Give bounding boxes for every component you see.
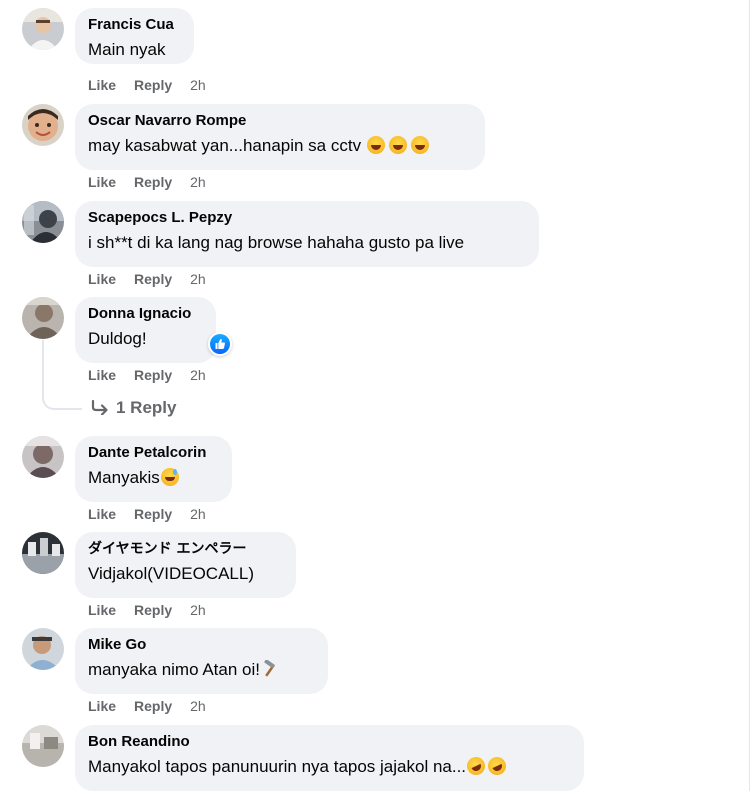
reply-button[interactable]: Reply [134,270,172,288]
comments-panel: Francis Cua Main nyak Like Reply 2h Oscar … [0,0,750,791]
avatar[interactable] [22,104,64,146]
comment-author[interactable]: Donna Ignacio [88,304,202,324]
replies-count-label[interactable]: 1 Reply [116,398,176,417]
comment-bubble: ダイヤモンド エンペラー Vidjakol(VIDEOCALL) [75,532,296,598]
comment-timestamp[interactable]: 2h [190,270,206,288]
comment-bubble: Scapepocs L. Pepzy i sh**t di ka lang na… [75,201,539,267]
comment-author[interactable]: Francis Cua [88,15,180,35]
comment-author[interactable]: Oscar Navarro Rompe [88,111,471,131]
comment-bubble: Francis Cua Main nyak [75,8,194,64]
avatar[interactable] [22,725,64,767]
comment: Dante Petalcorin Manyakis Like Reply 2h [0,436,740,526]
reply-button[interactable]: Reply [134,173,172,191]
comment-bubble: Mike Go manyaka nimo Atan oi! [75,628,328,694]
comment-timestamp[interactable]: 2h [190,366,206,384]
comment-bubble: Dante Petalcorin Manyakis [75,436,232,502]
comment-actions: Like Reply 2h [88,601,206,619]
comment-text: may kasabwat yan...hanapin sa cctv [88,134,471,158]
comment: Francis Cua Main nyak Like Reply 2h [0,8,740,98]
avatar[interactable] [22,436,64,478]
comment-text: Vidjakol(VIDEOCALL) [88,564,254,583]
comment-timestamp[interactable]: 2h [190,76,206,94]
comment: Oscar Navarro Rompe may kasabwat yan...h… [0,104,740,194]
comment-author[interactable]: Bon Reandino [88,732,570,752]
like-button[interactable]: Like [88,76,116,94]
comment-actions: Like Reply 2h [88,76,206,94]
reply-button[interactable]: Reply [134,505,172,523]
comment-author[interactable]: ダイヤモンド エンペラー [88,539,282,559]
comment-bubble: Donna Ignacio Duldog! [75,297,216,363]
comment: Scapepocs L. Pepzy i sh**t di ka lang na… [0,201,740,291]
sweat-smile-emoji [160,468,179,486]
comment-text: Duldog! [88,329,147,348]
reply-arrow-icon [91,399,108,415]
reply-button[interactable]: Reply [134,366,172,384]
laughing-tears-emoji [388,136,407,154]
laughing-tears-emoji [410,136,429,154]
comment-author[interactable]: Scapepocs L. Pepzy [88,208,525,228]
avatar[interactable] [22,532,64,574]
like-reaction-icon[interactable] [208,332,232,356]
comment-author[interactable]: Mike Go [88,635,314,655]
avatar[interactable] [22,628,64,670]
rofl-emoji [485,754,509,778]
comment-actions: Like Reply 2h [88,366,206,384]
comment-bubble: Bon Reandino Manyakol tapos panunuurin n… [75,725,584,791]
comment-text: Manyakis [88,466,218,490]
reply-button[interactable]: Reply [134,601,172,619]
comment-actions: Like Reply 2h [88,270,206,288]
comment: Bon Reandino Manyakol tapos panunuurin n… [0,725,740,791]
rofl-emoji [464,754,488,778]
like-button[interactable]: Like [88,505,116,523]
comment: ダイヤモンド エンペラー Vidjakol(VIDEOCALL) Like Rep… [0,532,740,622]
comment-bubble: Oscar Navarro Rompe may kasabwat yan...h… [75,104,485,170]
comment-timestamp[interactable]: 2h [190,505,206,523]
hammer-emoji [264,660,275,677]
comment-text: Manyakol tapos panunuurin nya tapos jaja… [88,754,570,779]
avatar[interactable] [22,8,64,50]
comment-actions: Like Reply 2h [88,697,206,715]
like-button[interactable]: Like [88,173,116,191]
comment-text: i sh**t di ka lang nag browse hahaha gus… [88,233,465,252]
reply-button[interactable]: Reply [134,76,172,94]
avatar[interactable] [22,201,64,243]
like-button[interactable]: Like [88,697,116,715]
comment-actions: Like Reply 2h [88,173,206,191]
like-button[interactable]: Like [88,601,116,619]
like-button[interactable]: Like [88,366,116,384]
laughing-tears-emoji [366,136,385,154]
reply-button[interactable]: Reply [134,697,172,715]
comment-actions: Like Reply 2h [88,505,206,523]
comment-text: manyaka nimo Atan oi! [88,658,314,682]
avatar[interactable] [22,297,64,339]
comment: Donna Ignacio Duldog! Like Reply 2h 1 Repl… [0,297,740,427]
comment-author[interactable]: Dante Petalcorin [88,443,218,463]
comment-timestamp[interactable]: 2h [190,697,206,715]
like-button[interactable]: Like [88,270,116,288]
view-replies-link[interactable]: 1 Reply [90,397,176,419]
comment: Mike Go manyaka nimo Atan oi! Like Reply 2… [0,628,740,718]
comment-timestamp[interactable]: 2h [190,173,206,191]
comment-timestamp[interactable]: 2h [190,601,206,619]
comment-text: Main nyak [88,40,166,59]
